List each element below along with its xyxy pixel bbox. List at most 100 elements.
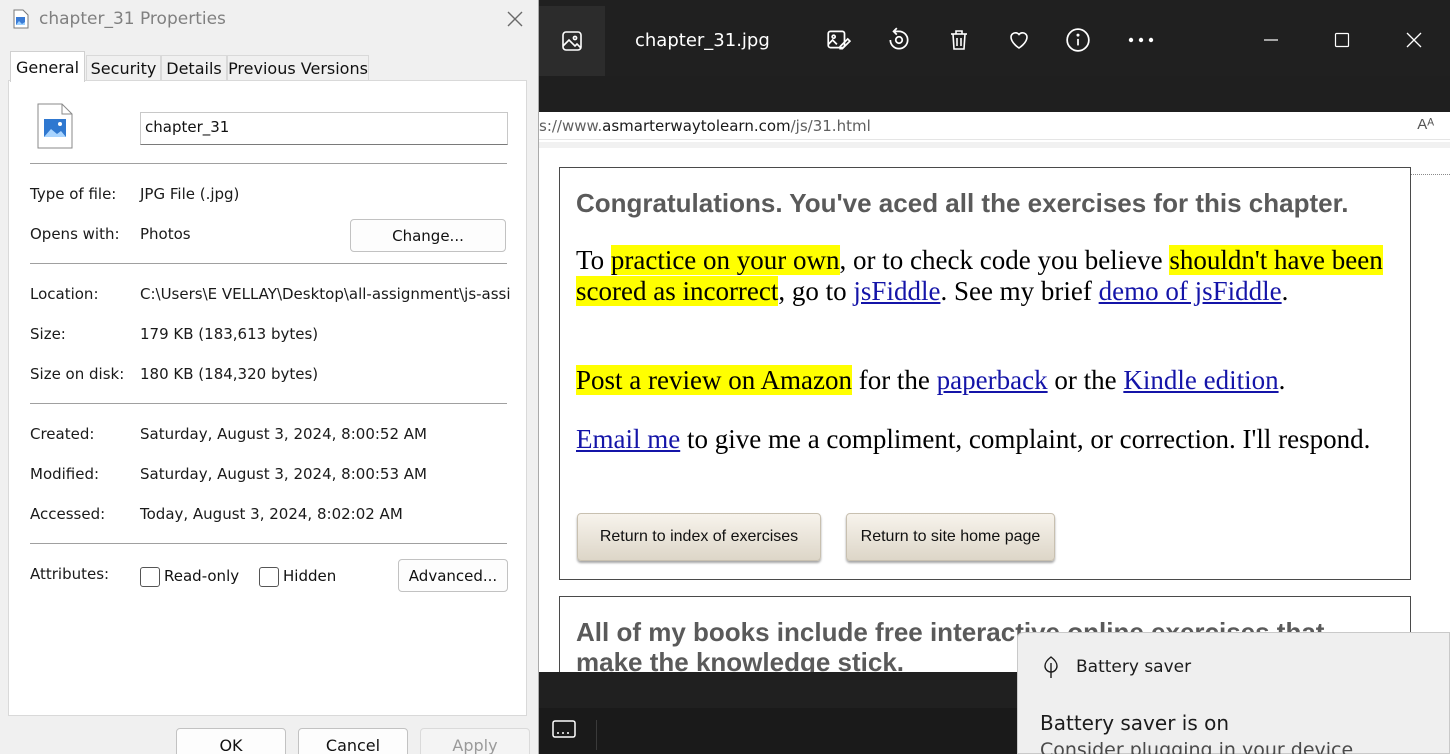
modified-value: Saturday, August 3, 2024, 8:00:53 AM	[140, 465, 427, 483]
more-icon	[1128, 37, 1154, 43]
text: . See my brief	[940, 276, 1099, 306]
created-label: Created:	[30, 425, 95, 443]
gallery-icon	[562, 31, 582, 51]
info-button[interactable]	[1060, 22, 1096, 58]
properties-dialog: chapter_31 Properties General Security D…	[0, 0, 539, 754]
captured-separator	[539, 142, 1450, 148]
file-image-icon	[13, 9, 29, 29]
apply-button[interactable]: Apply	[420, 728, 530, 754]
url-domain: asmarterwaytolearn.com	[602, 117, 791, 135]
captured-address-bar: s://www.asmarterwaytolearn.com/js/31.htm…	[539, 112, 1450, 140]
text: to give me a compliment, complaint, or c…	[680, 424, 1371, 454]
captured-url: s://www.asmarterwaytolearn.com/js/31.htm…	[539, 117, 871, 135]
info-icon	[1066, 28, 1090, 52]
close-window-button[interactable]	[1394, 20, 1434, 60]
size-label: Size:	[30, 325, 66, 343]
photo-canvas: s://www.asmarterwaytolearn.com/js/31.htm…	[539, 112, 1450, 672]
created-value: Saturday, August 3, 2024, 8:00:52 AM	[140, 425, 427, 443]
size-value: 179 KB (183,613 bytes)	[140, 325, 319, 343]
congrats-heading: Congratulations. You've aced all the exe…	[576, 188, 1349, 218]
url-path: /js/31.html	[790, 117, 871, 135]
tab-general[interactable]: General	[10, 51, 85, 82]
toast-body: Consider plugging in your device	[1040, 739, 1354, 754]
readonly-label: Read-only	[164, 567, 240, 585]
photos-titlebar: chapter_31.jpg	[539, 6, 1450, 76]
filename-input[interactable]: chapter_31	[140, 112, 508, 145]
delete-icon	[951, 30, 967, 50]
minimize-button[interactable]	[1251, 20, 1291, 60]
tab-security[interactable]: Security	[86, 55, 161, 81]
attributes-label: Attributes:	[30, 565, 110, 583]
rotate-icon	[889, 27, 909, 50]
file-type-icon	[37, 103, 73, 149]
battery-notification[interactable]: Battery saver Battery saver is on Consid…	[1017, 632, 1450, 754]
divider	[30, 163, 507, 164]
divider	[30, 263, 507, 264]
modified-label: Modified:	[30, 465, 100, 483]
congratulations-box: Congratulations. You've aced all the exe…	[559, 167, 1411, 580]
divider	[30, 403, 507, 404]
rotate-button[interactable]	[881, 22, 917, 58]
email-link: Email me	[576, 424, 681, 454]
return-home-button: Return to site home page	[846, 513, 1055, 561]
maximize-button[interactable]	[1322, 20, 1362, 60]
highlight: Post a review on Amazon	[576, 365, 852, 395]
tab-previous-versions[interactable]: Previous Versions	[227, 55, 369, 81]
read-aloud-icon: Aᴬ	[1417, 116, 1434, 133]
text: or the	[1047, 365, 1124, 395]
gallery-button[interactable]	[539, 6, 605, 76]
dialog-title: chapter_31 Properties	[39, 9, 226, 29]
toast-app-name: Battery saver	[1076, 657, 1192, 677]
text: .	[1278, 365, 1286, 395]
general-panel: chapter_31 Type of file: JPG File (.jpg)…	[8, 80, 527, 716]
toast-title: Battery saver is on	[1040, 711, 1230, 735]
cancel-button[interactable]: Cancel	[298, 728, 408, 754]
bottom-separator	[596, 720, 597, 750]
text: To	[576, 245, 611, 275]
email-paragraph: Email me to give me a compliment, compla…	[576, 424, 1396, 455]
jsfiddle-link: jsFiddle	[853, 276, 941, 306]
maximize-icon	[1334, 32, 1350, 48]
more-button[interactable]	[1123, 22, 1159, 58]
url-prefix: s://www.	[539, 117, 603, 135]
advanced-button[interactable]: Advanced...	[398, 559, 508, 592]
ok-button[interactable]: OK	[176, 728, 286, 754]
edit-image-icon	[827, 30, 851, 50]
battery-leaf-icon	[1044, 656, 1058, 678]
heart-icon	[1010, 32, 1028, 49]
photo-filename: chapter_31.jpg	[635, 30, 770, 51]
opens-with-label: Opens with:	[30, 225, 120, 243]
type-value: JPG File (.jpg)	[140, 185, 240, 203]
paperback-link: paperback	[936, 365, 1048, 395]
highlight: practice on your own	[610, 245, 840, 275]
hidden-checkbox[interactable]	[259, 567, 279, 587]
text: , go to	[778, 276, 854, 306]
demo-link: demo of jsFiddle	[1098, 276, 1282, 306]
location-label: Location:	[30, 285, 99, 303]
divider	[30, 543, 507, 544]
text: for the	[851, 365, 937, 395]
hidden-label: Hidden	[283, 567, 337, 585]
accessed-value: Today, August 3, 2024, 8:02:02 AM	[140, 505, 403, 523]
edit-image-button[interactable]	[820, 22, 856, 58]
type-label: Type of file:	[30, 185, 117, 203]
readonly-checkbox[interactable]	[140, 567, 160, 587]
minimize-icon	[1264, 39, 1278, 41]
size-on-disk-label: Size on disk:	[30, 365, 125, 383]
close-icon	[1406, 32, 1422, 48]
review-paragraph: Post a review on Amazon for the paperbac…	[576, 365, 1396, 396]
dialog-close-button[interactable]	[498, 4, 532, 34]
tab-details[interactable]: Details	[161, 55, 227, 81]
size-on-disk-value: 180 KB (184,320 bytes)	[140, 365, 319, 383]
favorite-button[interactable]	[1001, 22, 1037, 58]
change-button[interactable]: Change...	[350, 219, 506, 252]
kindle-link: Kindle edition	[1123, 365, 1279, 395]
text: , or to check code you believe	[839, 245, 1170, 275]
return-index-button: Return to index of exercises	[577, 513, 821, 561]
photos-strip	[539, 76, 1450, 112]
delete-button[interactable]	[941, 22, 977, 58]
accessed-label: Accessed:	[30, 505, 106, 523]
text: .	[1281, 276, 1289, 306]
location-value: C:\Users\E VELLAY\Desktop\all-assignment…	[140, 285, 510, 303]
filmstrip-icon[interactable]	[552, 720, 576, 740]
